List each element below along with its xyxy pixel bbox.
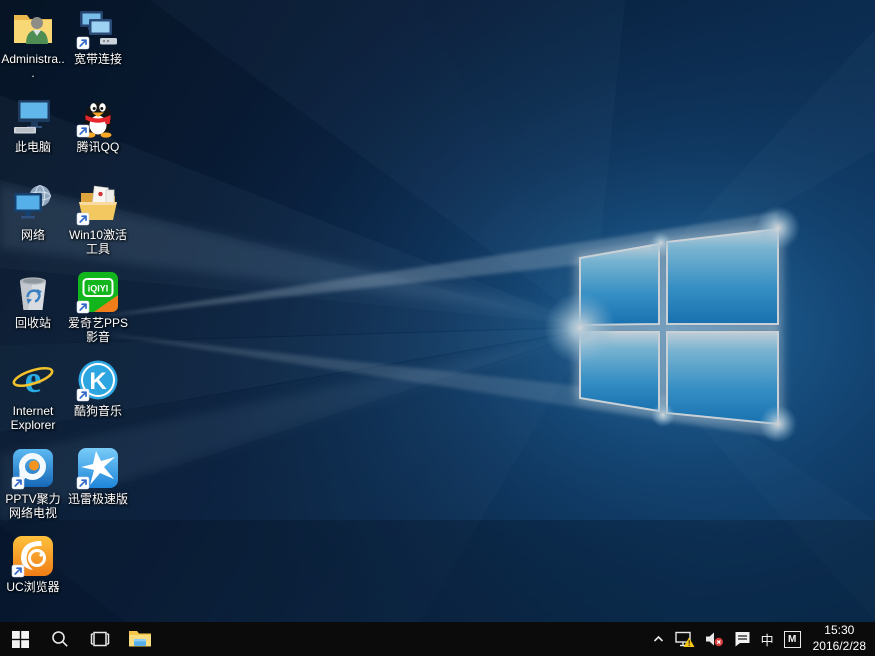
- desktop-icon-label: 腾讯QQ: [77, 141, 120, 155]
- desktop-icon-qq[interactable]: 腾讯QQ: [66, 94, 130, 155]
- desktop-icon-label: Administra...: [1, 53, 65, 81]
- desktop-icon-administrator[interactable]: Administra...: [1, 6, 65, 81]
- file-explorer-button[interactable]: [120, 622, 160, 656]
- desktop-icon-label: 宽带连接: [74, 53, 122, 67]
- qq-penguin-icon: [76, 94, 120, 138]
- taskbar: 中 M 15:30 2016/2/28: [0, 622, 875, 656]
- desktop-icon-label: 网络: [21, 229, 45, 243]
- network-warning-icon: [675, 631, 695, 648]
- action-center-button[interactable]: [734, 622, 751, 656]
- desktop-icon-label: UC浏览器: [6, 581, 59, 595]
- svg-text:K: K: [89, 368, 107, 395]
- clock-date: 2016/2/28: [813, 639, 866, 655]
- task-view-icon: [90, 631, 110, 647]
- desktop-icon-win10-activation[interactable]: Win10激活工具: [66, 182, 130, 257]
- start-button[interactable]: [0, 622, 40, 656]
- desktop-icon-internet-explorer[interactable]: e Internet Explorer: [1, 358, 65, 433]
- task-view-button[interactable]: [80, 622, 120, 656]
- xunlei-bird-icon: [76, 446, 120, 490]
- input-language-label: 中: [761, 630, 774, 649]
- uc-squirrel-icon: [11, 534, 55, 578]
- input-language-indicator[interactable]: 中: [761, 622, 774, 656]
- desktop-icon-iqiyi[interactable]: iQIYI 爱奇艺PPS 影音: [66, 270, 130, 345]
- desktop-icon-uc-browser[interactable]: UC浏览器: [1, 534, 65, 595]
- file-explorer-icon: [128, 629, 152, 649]
- taskbar-clock[interactable]: 15:30 2016/2/28: [811, 623, 866, 654]
- recycle-bin-icon: [11, 270, 55, 314]
- svg-text:iQIYI: iQIYI: [88, 284, 109, 294]
- clock-time: 15:30: [813, 623, 866, 639]
- desktop-icon-label: Internet Explorer: [1, 405, 65, 433]
- desktop-icon-label: 爱奇艺PPS 影音: [66, 317, 130, 345]
- show-hidden-icons-button[interactable]: [652, 622, 665, 656]
- system-tray: 中 M 15:30 2016/2/28: [652, 622, 875, 656]
- desktop-icon-pptv[interactable]: PPTV聚力 网络电视: [1, 446, 65, 521]
- desktop-icon-kugou[interactable]: K 酷狗音乐: [66, 358, 130, 419]
- speaker-muted-icon: [705, 631, 724, 647]
- action-center-icon: [734, 631, 751, 647]
- iqiyi-icon: iQIYI: [76, 270, 120, 314]
- svg-text:e: e: [25, 359, 42, 401]
- this-pc-icon: [11, 94, 55, 138]
- desktop-icon-broadband[interactable]: 宽带连接: [66, 6, 130, 67]
- user-folder-icon: [11, 6, 55, 50]
- desktop-icon-label: 迅雷极速版: [68, 493, 128, 507]
- wallpaper-windows-hero: [0, 0, 875, 656]
- network-globe-icon: [11, 182, 55, 226]
- folder-documents-icon: [76, 182, 120, 226]
- broadband-connection-icon: [76, 6, 120, 50]
- desktop-icon-recycle-bin[interactable]: 回收站: [1, 270, 65, 331]
- search-icon: [51, 630, 69, 648]
- windows-logo-icon: [12, 631, 29, 648]
- desktop-icon-label: 酷狗音乐: [74, 405, 122, 419]
- ime-mode-label: M: [784, 631, 801, 648]
- desktop-icon-label: Win10激活工具: [66, 229, 130, 257]
- desktop-icon-label: 此电脑: [15, 141, 51, 155]
- network-status-button[interactable]: [675, 622, 695, 656]
- ime-mode-button[interactable]: M: [784, 622, 801, 656]
- windows-desktop: Administra... 宽带连接: [0, 0, 875, 656]
- search-button[interactable]: [40, 622, 80, 656]
- chevron-up-icon: [652, 633, 665, 645]
- desktop-icon-xunlei[interactable]: 迅雷极速版: [66, 446, 130, 507]
- desktop-icon-network[interactable]: 网络: [1, 182, 65, 243]
- pptv-icon: [11, 446, 55, 490]
- kugou-music-icon: K: [76, 358, 120, 402]
- internet-explorer-icon: e: [11, 358, 55, 402]
- volume-button[interactable]: [705, 622, 724, 656]
- desktop-icon-label: PPTV聚力 网络电视: [1, 493, 65, 521]
- desktop-icon-label: 回收站: [15, 317, 51, 331]
- desktop-icon-this-pc[interactable]: 此电脑: [1, 94, 65, 155]
